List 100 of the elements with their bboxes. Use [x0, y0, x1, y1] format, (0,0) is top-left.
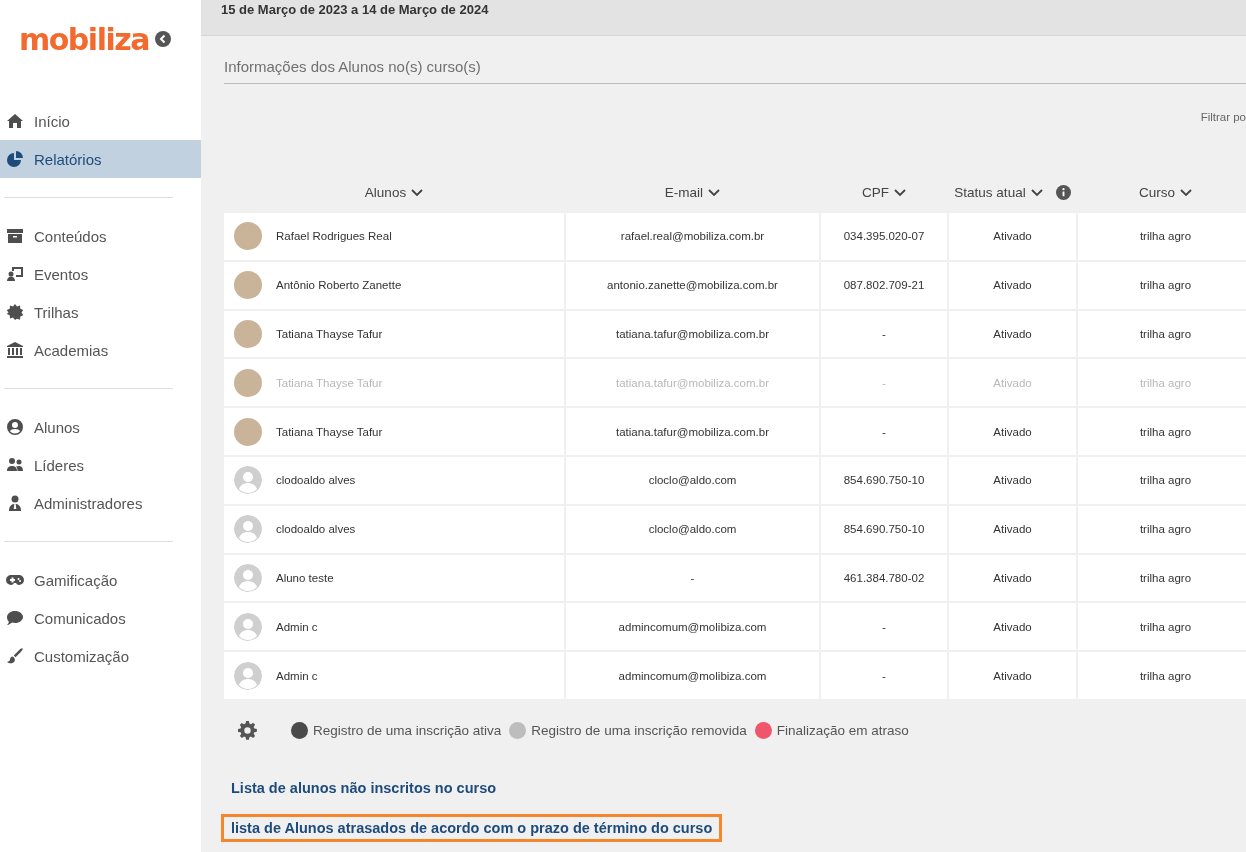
table-cell: trilha agro: [1139, 620, 1192, 633]
table-cell: cloclo@aldo.com: [648, 523, 737, 536]
table-cell: trilha agro: [1139, 279, 1192, 292]
table-cell: tatiana.tafur@mobiliza.com.br: [616, 425, 769, 438]
sidebar-item[interactable]: Gamificação: [0, 561, 201, 599]
table-cell: -: [882, 328, 886, 340]
student-name: clodoaldo alves: [276, 474, 356, 487]
archive-icon: [6, 228, 24, 244]
table-cell: -: [882, 620, 886, 633]
section-title: Informações dos Alunos no(s) curso(s): [224, 58, 1246, 84]
table-cell: trilha agro: [1139, 376, 1192, 389]
student-name: Rafael Rodrigues Real: [276, 230, 392, 243]
users-icon: [6, 457, 24, 473]
table-cell: Ativado: [993, 279, 1032, 292]
table-cell: 087.802.709-21: [843, 279, 925, 292]
table-cell: trilha agro: [1139, 571, 1192, 584]
table-cell: 034.395.020-07: [843, 230, 925, 243]
table-cell: 854.690.750-10: [843, 523, 925, 536]
chevron-down-icon[interactable]: [1180, 188, 1192, 197]
table-cell: 854.690.750-10: [843, 474, 925, 487]
gamepad-icon: [6, 572, 24, 588]
table-cell: -: [690, 571, 695, 584]
brand-logo: mobiliza: [19, 21, 149, 57]
photo-placeholder: [234, 271, 262, 300]
column-header[interactable]: Curso: [1139, 185, 1175, 200]
table-cell: antonio.zanette@mobiliza.com.br: [607, 279, 778, 292]
table-cell: admincomum@molibiza.com: [618, 620, 767, 633]
legend-label: Finalização em atraso: [776, 722, 909, 738]
sidebar-item[interactable]: Academias: [0, 331, 201, 369]
sidebar-item[interactable]: Líderes: [0, 446, 201, 484]
sidebar-item[interactable]: Administradores: [0, 484, 201, 522]
table-cell: tatiana.tafur@mobiliza.com.br: [616, 376, 769, 389]
table-cell: admincomum@molibiza.com: [618, 669, 767, 682]
column-header[interactable]: Status atual: [954, 185, 1026, 200]
report-link[interactable]: Lista de alunos não inscritos no curso: [221, 773, 507, 802]
home-icon: [6, 113, 24, 129]
table-cell: trilha agro: [1139, 230, 1192, 243]
photo-placeholder: [234, 417, 262, 446]
avatar-icon: [234, 466, 262, 495]
student-name: Tatiana Thayse Tafur: [276, 425, 383, 438]
avatar-icon: [234, 612, 262, 641]
table-cell: trilha agro: [1139, 328, 1192, 340]
student-name: Tatiana Thayse Tafur: [276, 376, 383, 389]
table-cell: trilha agro: [1139, 474, 1192, 487]
table-cell: trilha agro: [1139, 669, 1192, 682]
table-cell: 461.384.780-02: [843, 571, 925, 584]
chevron-down-icon[interactable]: [1030, 188, 1043, 197]
table-cell: -: [882, 669, 886, 682]
pie-chart-icon: [6, 151, 24, 167]
table-cell: Ativado: [993, 230, 1032, 243]
table-cell: -: [882, 376, 886, 389]
student-name: Antônio Roberto Zanette: [276, 279, 402, 292]
chevron-down-icon[interactable]: [411, 188, 424, 197]
sidebar-item[interactable]: Comunicados: [0, 599, 201, 637]
table-cell: -: [882, 425, 886, 438]
sidebar-item[interactable]: Trilhas: [0, 293, 201, 331]
table-cell: tatiana.tafur@mobiliza.com.br: [616, 328, 769, 340]
sidebar-item[interactable]: Relatórios: [0, 140, 201, 178]
table-cell: Ativado: [993, 425, 1032, 438]
sidebar-item[interactable]: Alunos: [0, 408, 201, 446]
photo-placeholder: [234, 368, 262, 397]
student-name: clodoaldo alves: [276, 523, 356, 536]
column-header[interactable]: CPF: [862, 185, 889, 200]
collapse-icon[interactable]: [154, 31, 171, 47]
sidebar-item[interactable]: Eventos: [0, 255, 201, 293]
table-cell: trilha agro: [1139, 523, 1192, 536]
presentation-icon: [6, 266, 24, 282]
table-cell: Ativado: [993, 669, 1032, 682]
sidebar-item[interactable]: Customização: [0, 637, 201, 675]
bank-icon: [6, 342, 24, 358]
sidebar-item[interactable]: Início: [0, 102, 201, 140]
brush-icon: [6, 648, 24, 664]
report-link[interactable]: lista de Alunos atrasados de acordo com o prazo de término do curso: [221, 813, 723, 842]
speech-bubble-icon: [6, 610, 24, 626]
table-cell: Ativado: [993, 571, 1032, 584]
chevron-down-icon[interactable]: [708, 188, 721, 197]
student-name: Tatiana Thayse Tafur: [276, 328, 383, 340]
sidebar-item[interactable]: Conteúdos: [0, 217, 201, 255]
avatar-icon: [234, 563, 262, 592]
table-cell: Ativado: [993, 620, 1032, 633]
table-cell: Ativado: [993, 474, 1032, 487]
table-cell: rafael.real@mobiliza.com.br: [620, 230, 765, 243]
photo-placeholder: [234, 320, 262, 348]
column-header[interactable]: Alunos: [364, 185, 407, 200]
table-cell: Ativado: [993, 328, 1032, 340]
badge-icon: [6, 304, 24, 320]
legend-label: Registro de uma inscrição ativa: [313, 722, 502, 738]
column-header[interactable]: E-mail: [664, 185, 704, 200]
info-icon[interactable]: [1055, 185, 1071, 200]
photo-placeholder: [234, 222, 262, 251]
filter-label: Filtrar po: [1200, 111, 1246, 123]
table-cell: cloclo@aldo.com: [648, 474, 737, 487]
chevron-down-icon[interactable]: [894, 188, 906, 197]
student-name: Aluno teste: [276, 571, 334, 584]
date-range: 15 de Março de 2023 a 14 de Março de 2024: [221, 2, 489, 17]
avatar-icon: [234, 515, 262, 544]
legend-label: Registro de uma inscrição removida: [531, 722, 747, 738]
settings-icon[interactable]: [238, 720, 257, 740]
avatar-icon: [234, 661, 262, 690]
student-name: Admin c: [276, 669, 318, 682]
